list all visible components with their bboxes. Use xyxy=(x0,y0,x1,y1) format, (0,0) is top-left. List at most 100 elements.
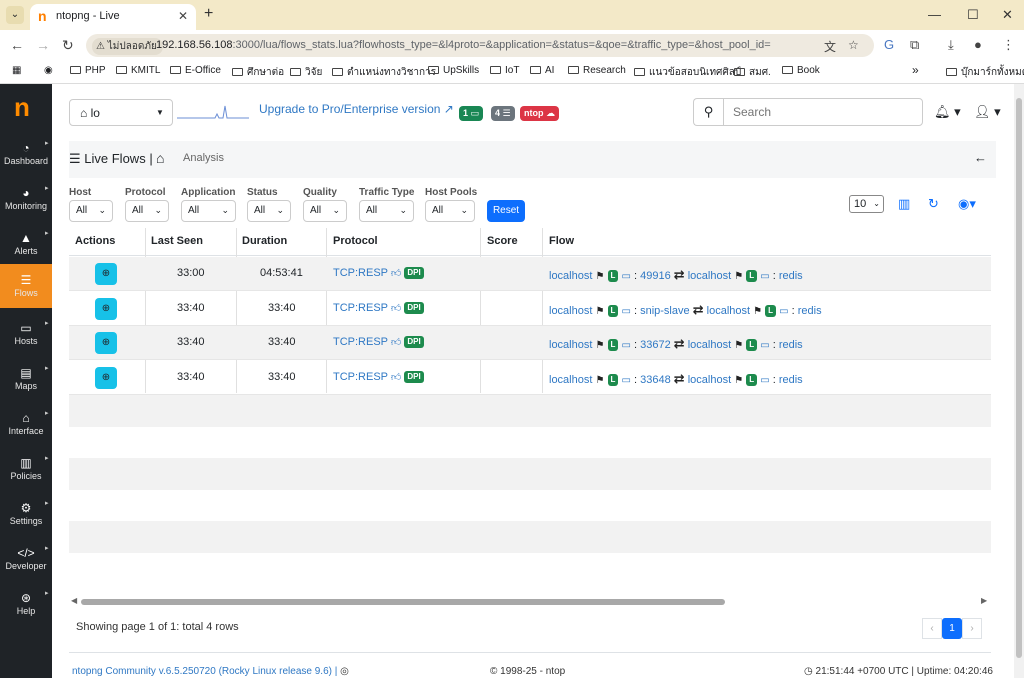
bookmark-item[interactable]: PHP xyxy=(70,65,106,76)
translate-icon[interactable]: 文 xyxy=(824,38,836,55)
zoom-in-icon[interactable]: ⊕ xyxy=(95,298,117,320)
bookmark-item[interactable]: แนวข้อสอบนิเทศศิลป์ xyxy=(634,65,741,80)
bookmark-item[interactable]: KMITL xyxy=(116,65,160,76)
user-menu-icon[interactable]: 👤︎ ▾ xyxy=(974,104,1001,120)
col-protocol[interactable]: Protocol xyxy=(333,235,378,247)
footer-version[interactable]: ntopng Community v.6.5.250720 (Rocky Lin… xyxy=(72,666,349,677)
window-close-button[interactable]: ✕ xyxy=(1002,7,1013,23)
page-1-button[interactable]: 1 xyxy=(942,618,962,639)
quality-filter-select[interactable]: All ⌄ xyxy=(303,200,347,222)
url-text[interactable]: 192.168.56.108:3000/lua/flows_stats.lua?… xyxy=(156,39,771,51)
col-score[interactable]: Score xyxy=(487,235,518,247)
maximize-button[interactable]: ☐ xyxy=(967,7,979,23)
status-filter-select[interactable]: All ⌄ xyxy=(247,200,291,222)
sidebar-item-flows[interactable]: ☰ Flows xyxy=(0,264,52,308)
eye-icon[interactable]: ◉▾ xyxy=(958,196,976,212)
bookmark-item[interactable]: Research xyxy=(568,65,626,76)
breadcrumb-analysis[interactable]: Analysis xyxy=(183,152,224,164)
col-flow[interactable]: Flow xyxy=(549,235,574,247)
bookmarks-overflow-icon[interactable]: » xyxy=(912,63,919,77)
sidebar-item-alerts[interactable]: ▲ Alerts ▸ xyxy=(0,222,52,266)
bookmark-item[interactable]: AI xyxy=(530,65,554,76)
vertical-scrollbar[interactable] xyxy=(1014,84,1024,678)
col-actions[interactable]: Actions xyxy=(75,235,115,247)
bookmark-item[interactable]: ตำแหน่งทางวิชาการ xyxy=(332,65,436,80)
sidebar-item-developer[interactable]: </> Developer ▸ xyxy=(0,537,52,581)
bookmark-item[interactable]: ศึกษาต่อ xyxy=(232,65,284,80)
back-arrow-icon[interactable]: ← xyxy=(974,150,987,165)
protocol-link[interactable]: TCP:RESP xyxy=(333,371,388,383)
bookmark-item[interactable]: UpSkills xyxy=(428,65,479,76)
prev-page-button[interactable]: ‹ xyxy=(922,618,942,639)
client-port-link[interactable]: snip-slave xyxy=(640,305,690,317)
traffic-type-filter-select[interactable]: All ⌄ xyxy=(359,200,414,222)
ntop-logo[interactable]: n xyxy=(14,94,30,120)
server-service-link[interactable]: redis xyxy=(798,305,822,317)
client-host-link[interactable]: localhost xyxy=(549,305,592,317)
client-port-link[interactable]: 33648 xyxy=(640,374,671,386)
bookmark-item[interactable]: E-Office xyxy=(170,65,221,76)
minimize-button[interactable]: — xyxy=(928,7,941,22)
security-indicator[interactable]: ⚠ ไม่ปลอดภัย xyxy=(92,38,163,55)
bookmark-item[interactable]: IoT xyxy=(490,65,519,76)
next-page-button[interactable]: › xyxy=(962,618,982,639)
browser-menu-icon[interactable]: ⋮ xyxy=(1002,37,1015,53)
browser-tab[interactable]: n ntopng - Live ✕ xyxy=(30,4,196,30)
tab-close-icon[interactable]: ✕ xyxy=(178,9,188,23)
client-port-link[interactable]: 49916 xyxy=(640,270,671,282)
bookmark-item[interactable]: วิจัย xyxy=(290,65,322,80)
col-last-seen[interactable]: Last Seen xyxy=(151,235,203,247)
columns-icon[interactable]: ▥ xyxy=(898,196,910,212)
sidebar-item-settings[interactable]: ⚙ Settings ▸ xyxy=(0,492,52,536)
rows-per-page-select[interactable]: 10 ⌄ xyxy=(849,195,884,213)
zoom-in-icon[interactable]: ⊕ xyxy=(95,332,117,354)
new-tab-button[interactable]: + xyxy=(204,6,213,22)
sidebar-item-policies[interactable]: ▥ Policies ▸ xyxy=(0,447,52,491)
all-bookmarks-folder[interactable]: บุ๊กมาร์กทั้งหมด xyxy=(946,65,1024,80)
forward-arrow-icon[interactable]: → xyxy=(36,37,50,53)
reset-button[interactable]: Reset xyxy=(487,200,525,222)
search-input[interactable] xyxy=(723,98,923,126)
client-host-link[interactable]: localhost xyxy=(549,374,592,386)
profile-avatar[interactable]: ● xyxy=(974,37,982,52)
interface-select[interactable]: ⌂ lo ▼ xyxy=(69,99,173,126)
protocol-link[interactable]: TCP:RESP xyxy=(333,302,388,314)
home-icon[interactable]: ⌂ xyxy=(156,150,164,166)
bookmark-item[interactable]: Book xyxy=(782,65,820,76)
zoom-in-icon[interactable]: ⊕ xyxy=(95,263,117,285)
download-icon[interactable]: ⤓ xyxy=(948,37,954,53)
url-omnibox[interactable]: ⚠ ไม่ปลอดภัย 192.168.56.108:3000/lua/flo… xyxy=(86,34,874,57)
apps-grid-icon[interactable]: ▦ xyxy=(12,65,21,76)
client-port-link[interactable]: 33672 xyxy=(640,339,671,351)
client-host-link[interactable]: localhost xyxy=(549,270,592,282)
ntop-cloud-badge[interactable]: ntop ☁ xyxy=(520,106,560,121)
application-filter-select[interactable]: All ⌄ xyxy=(181,200,236,222)
flows-badge[interactable]: 4 ☰ xyxy=(491,106,515,121)
extensions-icon[interactable]: ⧉ xyxy=(910,37,919,53)
sidebar-item-hosts[interactable]: ▭ Hosts ▸ xyxy=(0,312,52,356)
horizontal-scrollbar[interactable]: ◀ ▶ xyxy=(69,596,991,606)
search-icon[interactable]: ⚲ xyxy=(693,98,723,126)
server-host-link[interactable]: localhost xyxy=(688,339,731,351)
bookmark-star-icon[interactable]: ☆ xyxy=(848,38,859,52)
github-icon[interactable]: ◎ xyxy=(340,666,349,677)
client-host-link[interactable]: localhost xyxy=(549,339,592,351)
server-host-link[interactable]: localhost xyxy=(688,270,731,282)
protocol-filter-select[interactable]: All ⌄ xyxy=(125,200,169,222)
bell-icon[interactable]: 🔔︎ ▾ xyxy=(934,104,961,120)
globe-icon[interactable]: ◉ xyxy=(44,65,53,76)
tab-search-button[interactable]: ⌄ xyxy=(6,6,24,24)
host-filter-select[interactable]: All ⌄ xyxy=(69,200,113,222)
server-host-link[interactable]: localhost xyxy=(707,305,750,317)
sidebar-item-dashboard[interactable]: ◔ Dashboard ▸ xyxy=(0,132,52,176)
protocol-link[interactable]: TCP:RESP xyxy=(333,336,388,348)
server-service-link[interactable]: redis xyxy=(779,270,803,282)
sidebar-item-interface[interactable]: ⌂ Interface ▸ xyxy=(0,402,52,446)
zoom-in-icon[interactable]: ⊕ xyxy=(95,367,117,389)
server-service-link[interactable]: redis xyxy=(779,339,803,351)
protocol-link[interactable]: TCP:RESP xyxy=(333,267,388,279)
server-host-link[interactable]: localhost xyxy=(688,374,731,386)
sidebar-item-monitoring[interactable]: ◕ Monitoring ▸ xyxy=(0,177,52,221)
sidebar-item-help[interactable]: ⊛ Help ▸ xyxy=(0,582,52,626)
refresh-icon[interactable]: ↻ xyxy=(928,196,939,212)
